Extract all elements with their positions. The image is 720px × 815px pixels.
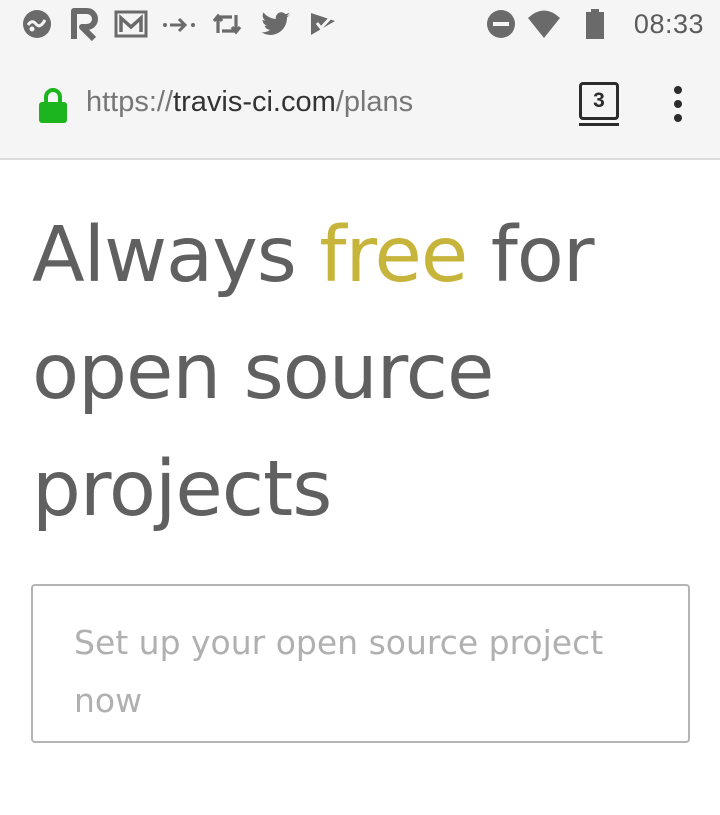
wifi-icon [527, 7, 561, 41]
browser-toolbar: https://travis-ci.com/plans 3 [0, 50, 720, 160]
headline-line-2: open source [32, 328, 494, 417]
status-bar: 08:33 [0, 0, 720, 50]
checkmark-app-icon [306, 7, 340, 41]
battery-icon [578, 7, 612, 41]
twitter-icon [258, 7, 292, 41]
page-headline: Always free for open source projects [32, 197, 692, 548]
setup-open-source-button[interactable]: Set up your open source project now [31, 584, 690, 743]
tab-switcher-button[interactable]: 3 [579, 82, 619, 120]
tab-switcher-underline [579, 123, 619, 126]
url-scheme: https:// [86, 86, 174, 118]
r-app-icon [68, 7, 102, 41]
url-path: /plans [335, 86, 414, 118]
app-icon [20, 7, 54, 41]
headline-text-end: for [467, 211, 595, 300]
clock: 08:33 [633, 9, 704, 39]
forward-arrow-icon [162, 7, 196, 41]
overflow-menu-icon[interactable] [668, 86, 688, 126]
headline-highlight: free [319, 211, 468, 300]
lock-icon[interactable] [38, 86, 68, 124]
headline-text-start: Always [32, 211, 320, 300]
url-host: travis-ci.com [173, 86, 336, 118]
url-field[interactable]: https://travis-ci.com/plans [86, 86, 413, 119]
retweet-icon [210, 7, 244, 41]
do-not-disturb-icon [484, 7, 518, 41]
headline-line-3: projects [32, 445, 332, 534]
setup-open-source-label: Set up your open source project now [74, 623, 604, 720]
gmail-icon [114, 7, 148, 41]
